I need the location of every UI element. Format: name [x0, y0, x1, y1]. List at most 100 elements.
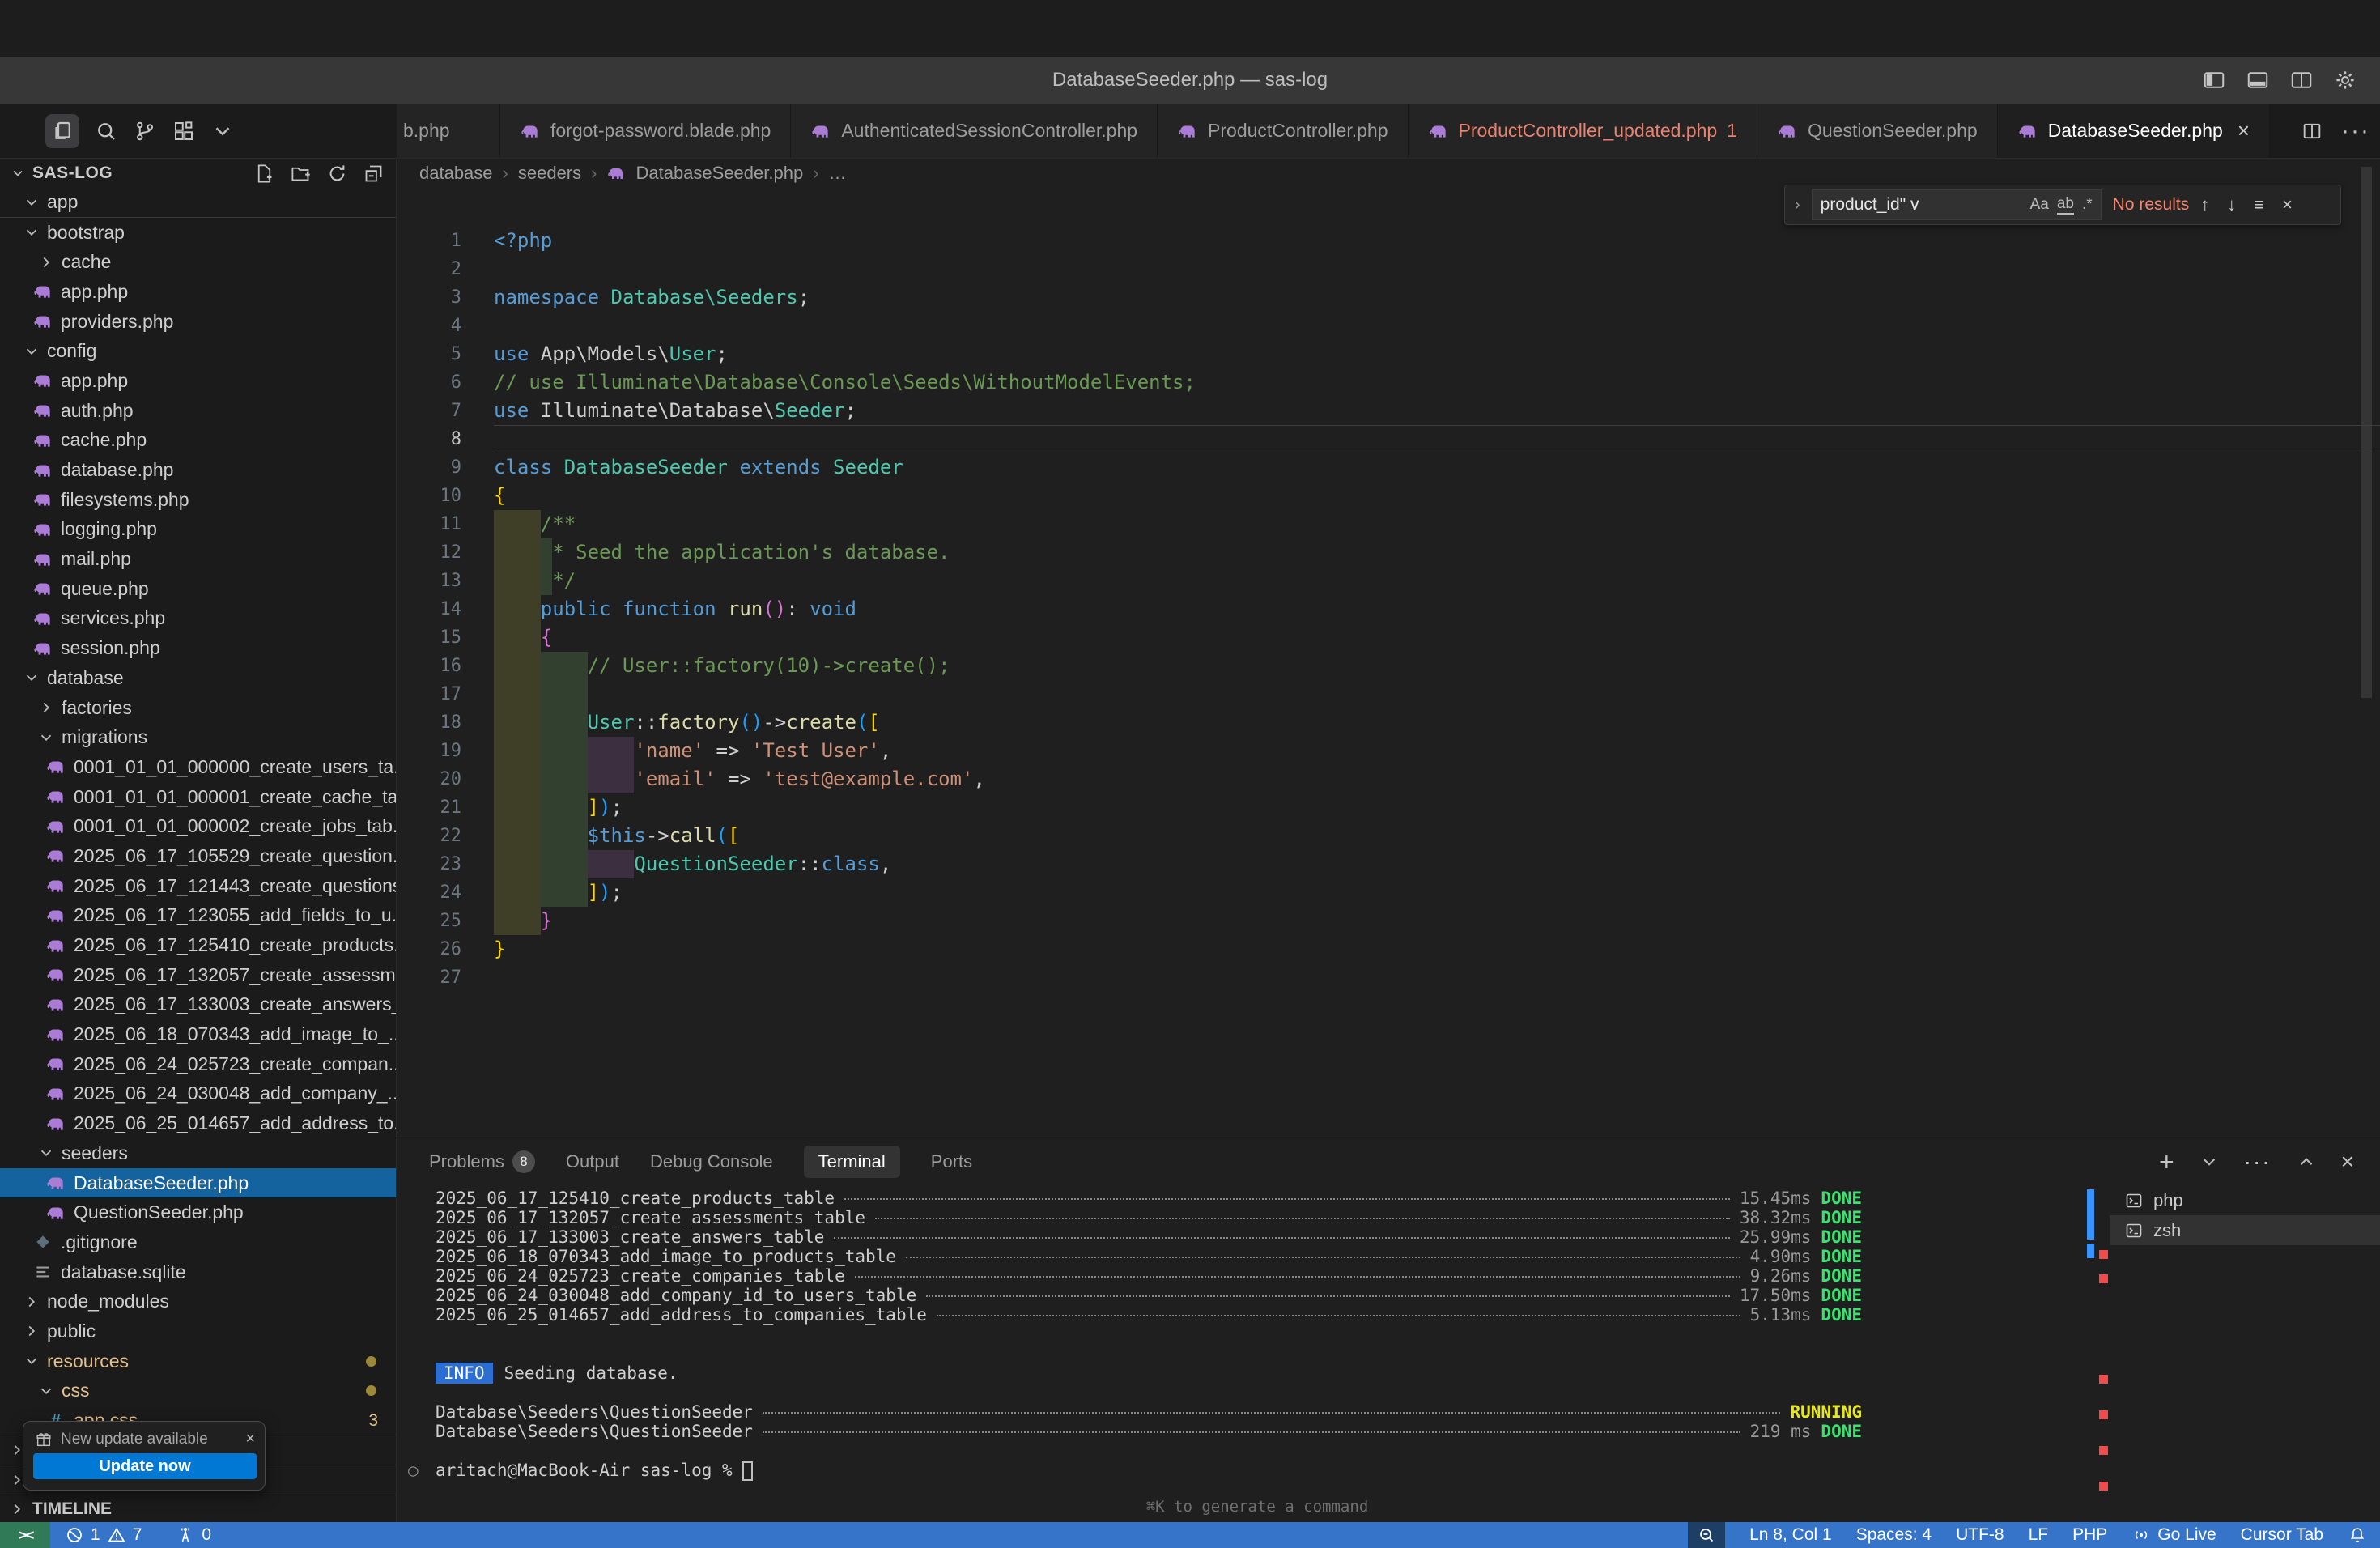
folder-item-resources[interactable]: resources [0, 1346, 396, 1376]
editor-scrollbar[interactable] [2361, 167, 2372, 698]
error-count[interactable]: 1 [91, 1525, 100, 1545]
close-notification-icon[interactable]: × [245, 1430, 255, 1448]
tab-ProductController_updated.php[interactable]: ProductController_updated.php1 [1409, 104, 1757, 158]
layout-panel-icon[interactable] [2246, 68, 2270, 92]
collapse-folders-icon[interactable] [363, 163, 385, 185]
code-line[interactable]: 23QuestionSeeder::class, [397, 850, 2380, 878]
panel-tab-ports[interactable]: Ports [931, 1151, 972, 1172]
file-item-2025_06_25_014657_add_address_to...[interactable]: 2025_06_25_014657_add_address_to... [0, 1108, 396, 1138]
status-item-go-live[interactable]: Go Live [2131, 1525, 2216, 1545]
zoom-status-icon[interactable] [1688, 1522, 1725, 1548]
file-item-2025_06_17_125410_create_products...[interactable]: 2025_06_17_125410_create_products... [0, 930, 396, 960]
layout-sidebar-right-icon[interactable] [2289, 68, 2314, 92]
status-item-lf[interactable]: LF [2029, 1525, 2049, 1545]
breadcrumb-item[interactable]: DatabaseSeeder.php [635, 163, 803, 184]
code-line[interactable]: 17 [397, 680, 2380, 708]
errors-icon[interactable] [65, 1525, 84, 1545]
close-find-icon[interactable]: × [2282, 194, 2293, 215]
new-file-icon[interactable] [253, 163, 275, 185]
code-line[interactable]: 11/** [397, 510, 2380, 538]
shell-item-php[interactable]: php [2110, 1185, 2380, 1215]
code-line[interactable]: 14public function run(): void [397, 595, 2380, 623]
breadcrumb[interactable]: database›seeders›DatabaseSeeder.php›… [397, 159, 2380, 188]
code-line[interactable]: 6// use Illuminate\Database\Console\Seed… [397, 368, 2380, 397]
tab-QuestionSeeder.php[interactable]: QuestionSeeder.php [1757, 104, 1998, 158]
title-bar[interactable]: DatabaseSeeder.php — sas-log [0, 57, 2380, 104]
tab-forgot-password.blade.php[interactable]: forgot-password.blade.php [500, 104, 791, 158]
file-item-2025_06_17_105529_create_question...[interactable]: 2025_06_17_105529_create_question... [0, 841, 396, 871]
match-case-toggle[interactable]: Aa [2030, 196, 2049, 214]
find-in-selection-icon[interactable]: ≡ [2254, 194, 2264, 215]
folder-item-seeders[interactable]: seeders [0, 1138, 396, 1168]
folder-item-migrations[interactable]: migrations [0, 722, 396, 752]
layout-sidebar-left-icon[interactable] [2202, 68, 2226, 92]
ports-count[interactable]: 0 [202, 1525, 211, 1545]
code-line[interactable]: 26} [397, 935, 2380, 963]
code-line[interactable]: 8 [397, 425, 2380, 453]
file-item-auth.php[interactable]: auth.php [0, 396, 396, 426]
file-item-cache.php[interactable]: cache.php [0, 426, 396, 456]
code-line[interactable]: 19'name' => 'Test User', [397, 737, 2380, 765]
timeline-pane[interactable]: TIMELINE [0, 1495, 396, 1522]
tab-DatabaseSeeder.php[interactable]: DatabaseSeeder.php× [1998, 104, 2270, 158]
explorer-header[interactable]: SAS-LOG [0, 159, 396, 188]
folder-item-factories[interactable]: factories [0, 693, 396, 723]
terminal-scroll-decoration[interactable] [2087, 1244, 2094, 1258]
code-line[interactable]: 24]); [397, 878, 2380, 907]
folder-item-bootstrap[interactable]: bootstrap [0, 218, 396, 248]
terminal-output[interactable]: 2025_06_17_125410_create_products_table1… [436, 1189, 1862, 1480]
code-line[interactable]: 27 [397, 963, 2380, 992]
refresh-explorer-icon[interactable] [326, 163, 348, 185]
file-item-0001_01_01_000002_create_jobs_tab...[interactable]: 0001_01_01_000002_create_jobs_tab... [0, 811, 396, 841]
new-terminal-icon[interactable]: + [2159, 1147, 2174, 1177]
breadcrumb-item[interactable]: … [829, 163, 847, 184]
status-item-utf-8[interactable]: UTF-8 [1956, 1525, 2004, 1545]
code-line[interactable]: 4 [397, 312, 2380, 340]
file-item-2025_06_17_133003_create_answers_...[interactable]: 2025_06_17_133003_create_answers_... [0, 990, 396, 1020]
code-line[interactable]: 15{ [397, 623, 2380, 652]
extensions-grid-icon[interactable] [172, 119, 196, 143]
code-line[interactable]: 5use App\Models\User; [397, 340, 2380, 368]
file-item-database.sqlite[interactable]: database.sqlite [0, 1257, 396, 1287]
terminal-dropdown-icon[interactable] [2199, 1151, 2220, 1172]
find-expand-icon[interactable]: › [1795, 196, 1800, 215]
folder-item-cache[interactable]: cache [0, 247, 396, 277]
warnings-icon[interactable] [107, 1525, 126, 1545]
update-now-button[interactable]: Update now [33, 1453, 257, 1479]
file-item-2025_06_24_030048_add_company_...[interactable]: 2025_06_24_030048_add_company_... [0, 1079, 396, 1109]
file-item-2025_06_17_121443_create_questions...[interactable]: 2025_06_17_121443_create_questions... [0, 871, 396, 901]
warning-count[interactable]: 7 [133, 1525, 142, 1545]
code-line[interactable]: 16// User::factory(10)->create(); [397, 652, 2380, 680]
code-line[interactable]: 1<?php [397, 227, 2380, 255]
find-next-icon[interactable]: ↓ [2227, 194, 2236, 215]
code-line[interactable]: 10{ [397, 482, 2380, 510]
new-folder-icon[interactable] [290, 163, 312, 185]
editor-more-actions-icon[interactable]: ··· [2341, 117, 2370, 145]
shell-item-zsh[interactable]: zsh [2110, 1215, 2380, 1245]
notifications-bell-icon[interactable] [2348, 1525, 2367, 1545]
maximize-panel-icon[interactable] [2296, 1151, 2317, 1172]
file-item-providers.php[interactable]: providers.php [0, 307, 396, 337]
folder-item-app[interactable]: app [0, 188, 396, 218]
file-item-queue.php[interactable]: queue.php [0, 574, 396, 604]
panel-tab-terminal[interactable]: Terminal [804, 1146, 900, 1178]
file-item-2025_06_17_123055_add_fields_to_u...[interactable]: 2025_06_17_123055_add_fields_to_u... [0, 901, 396, 931]
code-line[interactable]: 3namespace Database\Seeders; [397, 283, 2380, 312]
file-item-app.php[interactable]: app.php [0, 366, 396, 396]
status-item-spaces-4[interactable]: Spaces: 4 [1856, 1525, 1932, 1545]
regex-toggle[interactable]: .* [2082, 196, 2093, 214]
ports-tower-icon[interactable] [176, 1525, 195, 1545]
tab-b.php[interactable]: b.php [397, 104, 500, 158]
status-item-cursor-tab[interactable]: Cursor Tab [2241, 1525, 2323, 1545]
code-line[interactable]: 18User::factory()->create([ [397, 708, 2380, 737]
file-item-.gitignore[interactable]: .gitignore [0, 1227, 396, 1257]
file-item-0001_01_01_000000_create_users_ta...[interactable]: 0001_01_01_000000_create_users_ta... [0, 752, 396, 782]
explorer-icon[interactable] [45, 114, 79, 148]
file-item-DatabaseSeeder.php[interactable]: DatabaseSeeder.php [0, 1168, 396, 1198]
file-item-services.php[interactable]: services.php [0, 604, 396, 634]
find-previous-icon[interactable]: ↑ [2200, 194, 2209, 215]
file-item-app.php[interactable]: app.php [0, 277, 396, 307]
folder-item-css[interactable]: css [0, 1376, 396, 1406]
split-editor-icon[interactable] [2301, 120, 2323, 142]
file-item-logging.php[interactable]: logging.php [0, 515, 396, 545]
